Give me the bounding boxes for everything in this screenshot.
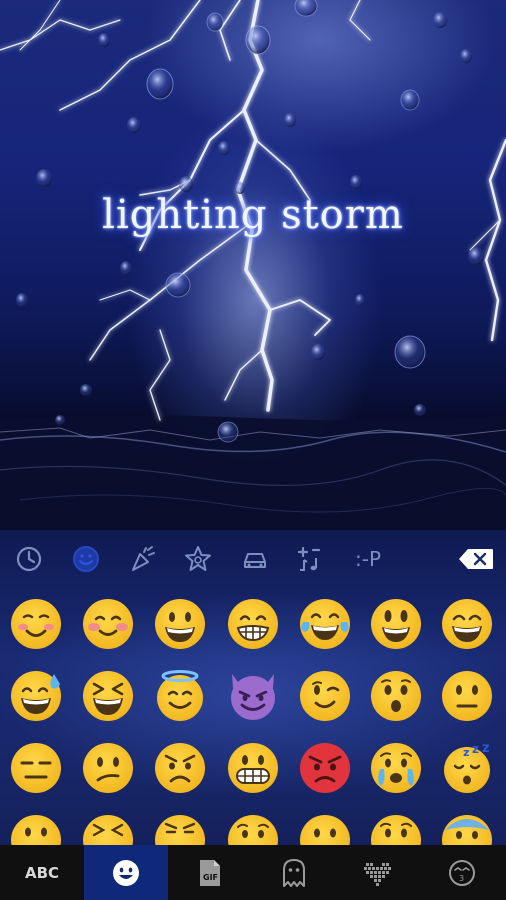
category-emoticons[interactable]: :-P (348, 542, 388, 576)
car-icon (244, 553, 266, 568)
emoji-smiling-halo[interactable] (154, 670, 206, 722)
emoji-hushed[interactable] (370, 670, 422, 722)
emoji-grimacing[interactable] (227, 742, 279, 794)
kaomoji-face-icon: 3 (449, 859, 475, 886)
category-celebration[interactable] (126, 542, 160, 576)
category-smileys[interactable] (69, 542, 103, 576)
smiley-icon (73, 546, 99, 572)
party-popper-icon (132, 546, 155, 571)
emoji-partial-anxious[interactable] (441, 814, 493, 845)
emoji-crying[interactable] (370, 742, 422, 794)
emoji-partial-hushed[interactable] (10, 814, 62, 845)
keyboard-theme-preview: lighting storm:-P z z z ABC GIF 3 (0, 0, 506, 900)
tab-emoji[interactable] (84, 845, 168, 900)
svg-text:z: z (463, 746, 469, 759)
smiley-icon (113, 859, 139, 886)
pixel-heart-icon (364, 862, 391, 886)
tab-gif[interactable]: GIF (168, 845, 252, 900)
gif-icon: GIF (200, 859, 220, 886)
emoji-laughing-squint[interactable] (82, 670, 134, 722)
emoji-partial-persevering[interactable] (154, 814, 206, 845)
emoji-expressionless[interactable] (10, 742, 62, 794)
delete-key[interactable] (458, 548, 494, 570)
theme-title: lighting storm (102, 192, 404, 238)
emoticon-label: :-P (354, 547, 381, 571)
emoji-tears-of-joy[interactable] (299, 598, 351, 650)
emoji-winking[interactable] (299, 670, 351, 722)
emoji-partial-confounded[interactable] (82, 814, 134, 845)
category-recent[interactable] (12, 542, 46, 576)
emoji-smiling-blushing[interactable] (10, 598, 62, 650)
emoji-smiling-eyes-blush[interactable] (82, 598, 134, 650)
clock-icon (16, 546, 42, 572)
emoji-angry[interactable] (154, 742, 206, 794)
emoji-partial-worried[interactable] (227, 814, 279, 845)
abc-label: ABC (24, 863, 60, 882)
emoji-partial-neutral[interactable] (299, 814, 351, 845)
emoji-grid: z z z (0, 590, 506, 845)
lightning-illustration (0, 0, 506, 540)
music-symbols-icon (297, 546, 321, 571)
emoji-smiling-devil[interactable] (227, 670, 279, 722)
emoji-grimacing-grin[interactable] (227, 598, 279, 650)
emoji-grinning[interactable] (154, 598, 206, 650)
tab-text-art[interactable] (336, 845, 420, 900)
ghost-icon (283, 858, 305, 887)
emoji-category-bar: :-P (0, 530, 506, 590)
category-travel[interactable] (238, 542, 272, 576)
gif-label: GIF (203, 873, 218, 882)
category-nature[interactable] (181, 542, 215, 576)
emoji-grinning-squint[interactable] (441, 598, 493, 650)
emoji-sleeping[interactable]: z z z (441, 742, 493, 794)
emoji-grinning-big-eyes[interactable] (370, 598, 422, 650)
tab-kaomoji[interactable]: 3 (420, 845, 504, 900)
svg-text:z: z (472, 742, 479, 756)
star-icon (185, 546, 211, 571)
emoji-partial-anguished[interactable] (370, 814, 422, 845)
svg-text:z: z (482, 742, 490, 756)
tab-sticker[interactable] (252, 845, 336, 900)
storm-wallpaper: lighting storm (0, 0, 506, 540)
tab-abc[interactable]: ABC (0, 845, 84, 900)
emoji-grinning-sweat[interactable] (10, 670, 62, 722)
emoji-neutral-face[interactable] (441, 670, 493, 722)
category-symbols[interactable] (294, 542, 328, 576)
backspace-icon (459, 549, 493, 569)
emoji-pouting-red[interactable] (299, 742, 351, 794)
emoji-confused[interactable] (82, 742, 134, 794)
keyboard-mode-bar: ABC GIF 3 (0, 845, 506, 900)
kaomoji-label: 3 (459, 874, 464, 883)
